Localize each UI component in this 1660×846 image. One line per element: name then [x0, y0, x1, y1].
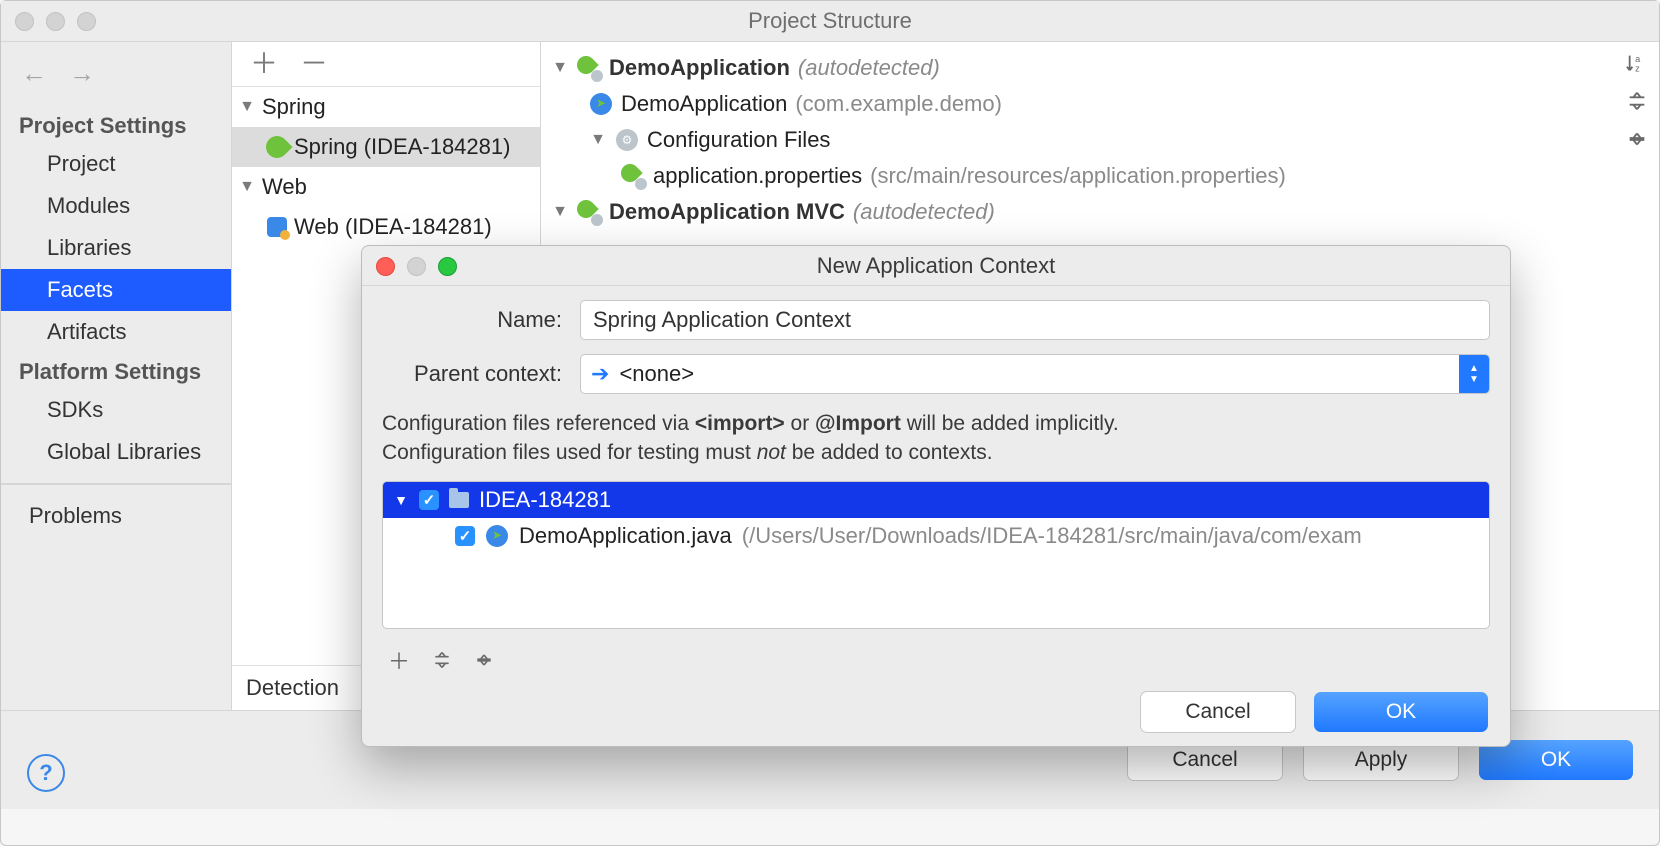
config-file-path: (src/main/resources/application.properti… — [870, 163, 1286, 189]
window-title: Project Structure — [748, 8, 912, 34]
context-suffix: (autodetected) — [853, 199, 995, 225]
context-item[interactable]: DemoApplication (com.example.demo) — [551, 86, 1609, 122]
sidebar-item-modules[interactable]: Modules — [1, 185, 231, 227]
context-item-suffix: (com.example.demo) — [795, 91, 1002, 117]
dialog-ok-button[interactable]: OK — [1314, 692, 1488, 732]
sidebar-item-problems[interactable]: Problems — [1, 495, 231, 537]
facets-toolbar: ＋ － — [232, 42, 540, 87]
config-files-group[interactable]: ▼ ⚙ Configuration Files — [551, 122, 1609, 158]
sidebar-divider — [1, 483, 231, 485]
context-group[interactable]: ▼ DemoApplication MVC (autodetected) — [551, 194, 1609, 230]
window-traffic-lights — [15, 12, 96, 31]
expand-all-icon[interactable] — [1626, 90, 1648, 112]
config-tree-toolbar: ＋ — [382, 643, 1490, 677]
collapse-all-icon[interactable] — [1626, 128, 1648, 150]
nav-forward-icon[interactable]: → — [69, 58, 95, 89]
facet-spring-module[interactable]: Spring (IDEA-184281) — [232, 127, 540, 167]
web-icon — [266, 216, 288, 238]
checkbox-checked-icon[interactable]: ✓ — [419, 490, 439, 510]
dialog-zoom-icon[interactable] — [438, 257, 457, 276]
parent-context-combobox[interactable]: ➔ <none> ▲▼ — [580, 354, 1490, 394]
module-root-label: IDEA-184281 — [479, 487, 611, 513]
spring-config-icon — [577, 56, 601, 80]
parent-context-value: <none> — [619, 361, 694, 387]
chevron-down-icon: ▼ — [238, 98, 256, 116]
facet-group-label: Web — [262, 174, 307, 200]
collapse-all-icon[interactable] — [474, 650, 494, 670]
nav-back-icon[interactable]: ← — [21, 58, 47, 89]
sidebar-item-sdks[interactable]: SDKs — [1, 389, 231, 431]
dialog-traffic-lights — [376, 257, 457, 276]
chevron-down-icon: ▼ — [393, 492, 409, 508]
context-group[interactable]: ▼ DemoApplication (autodetected) — [551, 50, 1609, 86]
sidebar-group-platform-settings: Platform Settings — [1, 353, 231, 389]
checkbox-checked-icon[interactable]: ✓ — [455, 526, 475, 546]
context-item-name: DemoApplication — [621, 91, 787, 117]
context-name: DemoApplication — [609, 55, 790, 81]
config-file-row[interactable]: ✓ DemoApplication.java (/Users/User/Down… — [383, 518, 1489, 554]
traffic-minimize-icon[interactable] — [46, 12, 65, 31]
config-files-tree[interactable]: ▼ ✓ IDEA-184281 ✓ DemoApplication.java (… — [382, 481, 1490, 629]
chevron-down-icon: ▼ — [589, 131, 607, 149]
name-label: Name: — [382, 307, 562, 333]
traffic-zoom-icon[interactable] — [77, 12, 96, 31]
config-files-label: Configuration Files — [647, 127, 830, 153]
facet-label: Spring (IDEA-184281) — [294, 134, 510, 160]
config-file-item[interactable]: application.properties (src/main/resourc… — [551, 158, 1609, 194]
sidebar-item-libraries[interactable]: Libraries — [1, 227, 231, 269]
sort-alpha-icon[interactable]: az — [1626, 52, 1648, 74]
chevron-down-icon: ▼ — [551, 203, 569, 221]
sidebar-item-artifacts[interactable]: Artifacts — [1, 311, 231, 353]
folder-icon — [449, 492, 469, 508]
chevron-down-icon: ▼ — [551, 59, 569, 77]
context-name-input[interactable] — [580, 300, 1490, 340]
config-file-name: application.properties — [653, 163, 862, 189]
bean-icon — [485, 524, 509, 548]
config-file-path: (/Users/User/Downloads/IDEA-184281/src/m… — [742, 523, 1362, 549]
sidebar-item-project[interactable]: Project — [1, 143, 231, 185]
bean-icon — [589, 92, 613, 116]
sidebar-item-global-libraries[interactable]: Global Libraries — [1, 431, 231, 473]
config-file-label: DemoApplication.java — [519, 523, 732, 549]
window-titlebar: Project Structure — [1, 1, 1659, 42]
add-facet-button[interactable]: ＋ — [250, 50, 278, 78]
facet-group-web[interactable]: ▼ Web — [232, 167, 540, 207]
combobox-toggle-icon[interactable]: ▲▼ — [1459, 355, 1489, 393]
facet-web-module[interactable]: Web (IDEA-184281) — [232, 207, 540, 247]
dialog-footer: Cancel OK — [362, 677, 1510, 746]
context-suffix: (autodetected) — [798, 55, 940, 81]
arrow-right-icon: ➔ — [591, 361, 609, 387]
facet-label: Web (IDEA-184281) — [294, 214, 492, 240]
new-application-context-dialog: New Application Context Name: Parent con… — [361, 245, 1511, 747]
spring-icon — [266, 136, 288, 158]
dialog-cancel-button[interactable]: Cancel — [1140, 691, 1296, 733]
svg-text:z: z — [1635, 63, 1640, 73]
spring-config-icon — [577, 200, 601, 224]
parent-context-label: Parent context: — [382, 361, 562, 387]
chevron-down-icon: ▼ — [238, 178, 256, 196]
dialog-close-icon[interactable] — [376, 257, 395, 276]
settings-sidebar: ← → Project Settings Project Modules Lib… — [1, 42, 232, 710]
gear-icon: ⚙ — [615, 128, 639, 152]
remove-facet-button[interactable]: － — [300, 50, 328, 78]
context-name: DemoApplication MVC — [609, 199, 845, 225]
detail-side-toolbar: az — [1615, 42, 1659, 150]
facet-group-label: Spring — [262, 94, 326, 120]
dialog-titlebar: New Application Context — [362, 246, 1510, 286]
dialog-title: New Application Context — [817, 253, 1055, 279]
dialog-info-text: Configuration files referenced via <impo… — [382, 408, 1490, 467]
help-button[interactable]: ? — [27, 754, 65, 792]
traffic-close-icon[interactable] — [15, 12, 34, 31]
facet-group-spring[interactable]: ▼ Spring — [232, 87, 540, 127]
sidebar-group-project-settings: Project Settings — [1, 107, 231, 143]
sidebar-item-facets[interactable]: Facets — [1, 269, 231, 311]
dialog-minimize-icon — [407, 257, 426, 276]
add-config-button[interactable]: ＋ — [388, 644, 410, 676]
module-root-row[interactable]: ▼ ✓ IDEA-184281 — [383, 482, 1489, 518]
expand-all-icon[interactable] — [432, 650, 452, 670]
spring-contexts-tree[interactable]: ▼ DemoApplication (autodetected) DemoApp… — [541, 42, 1659, 238]
spring-config-icon — [621, 164, 645, 188]
